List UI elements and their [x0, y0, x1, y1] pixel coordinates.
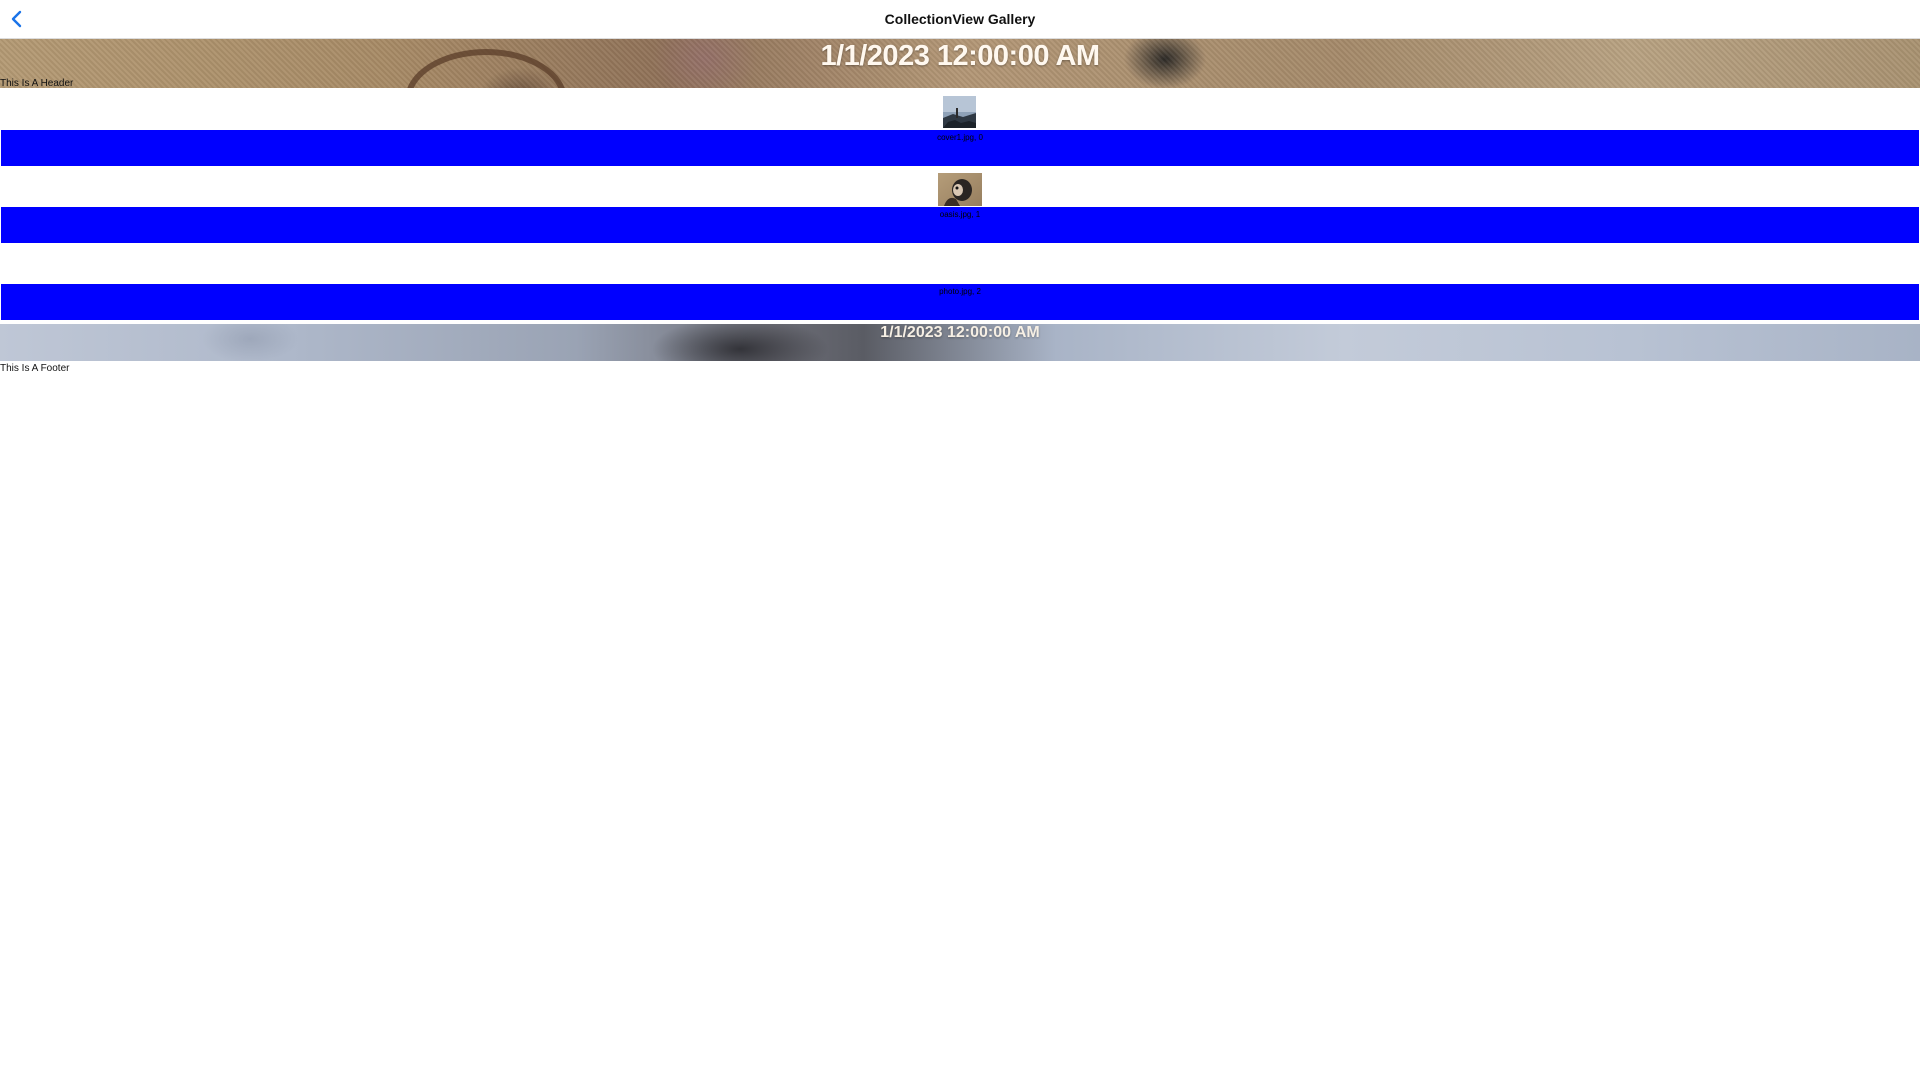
gallery-item[interactable]: photo.jpg, 2 [1, 242, 1919, 320]
header-date-label: 1/1/2023 12:00:00 AM [820, 40, 1100, 72]
landscape-thumbnail [943, 96, 976, 128]
page-title: CollectionView Gallery [884, 11, 1036, 27]
footer-banner: 1/1/2023 12:00:00 AM [0, 324, 1920, 361]
header-banner: 1/1/2023 12:00:00 AM [0, 39, 1920, 88]
collection-view[interactable]: cover1.jpg, 0 oasis.jpg, 1 photo.jpg, 2 [1, 88, 1919, 320]
footer-text: This Is A Footer [0, 363, 70, 374]
dog-photo-thumbnail [938, 173, 982, 206]
item-caption: cover1.jpg, 0 [937, 133, 983, 142]
item-caption: oasis.jpg, 1 [939, 210, 981, 219]
gallery-item[interactable]: cover1.jpg, 0 [1, 88, 1919, 166]
navigation-bar: CollectionView Gallery [0, 0, 1920, 39]
item-caption: photo.jpg, 2 [939, 287, 981, 296]
footer-date-label: 1/1/2023 12:00:00 AM [880, 324, 1040, 341]
gallery-item[interactable]: oasis.jpg, 1 [1, 165, 1919, 243]
